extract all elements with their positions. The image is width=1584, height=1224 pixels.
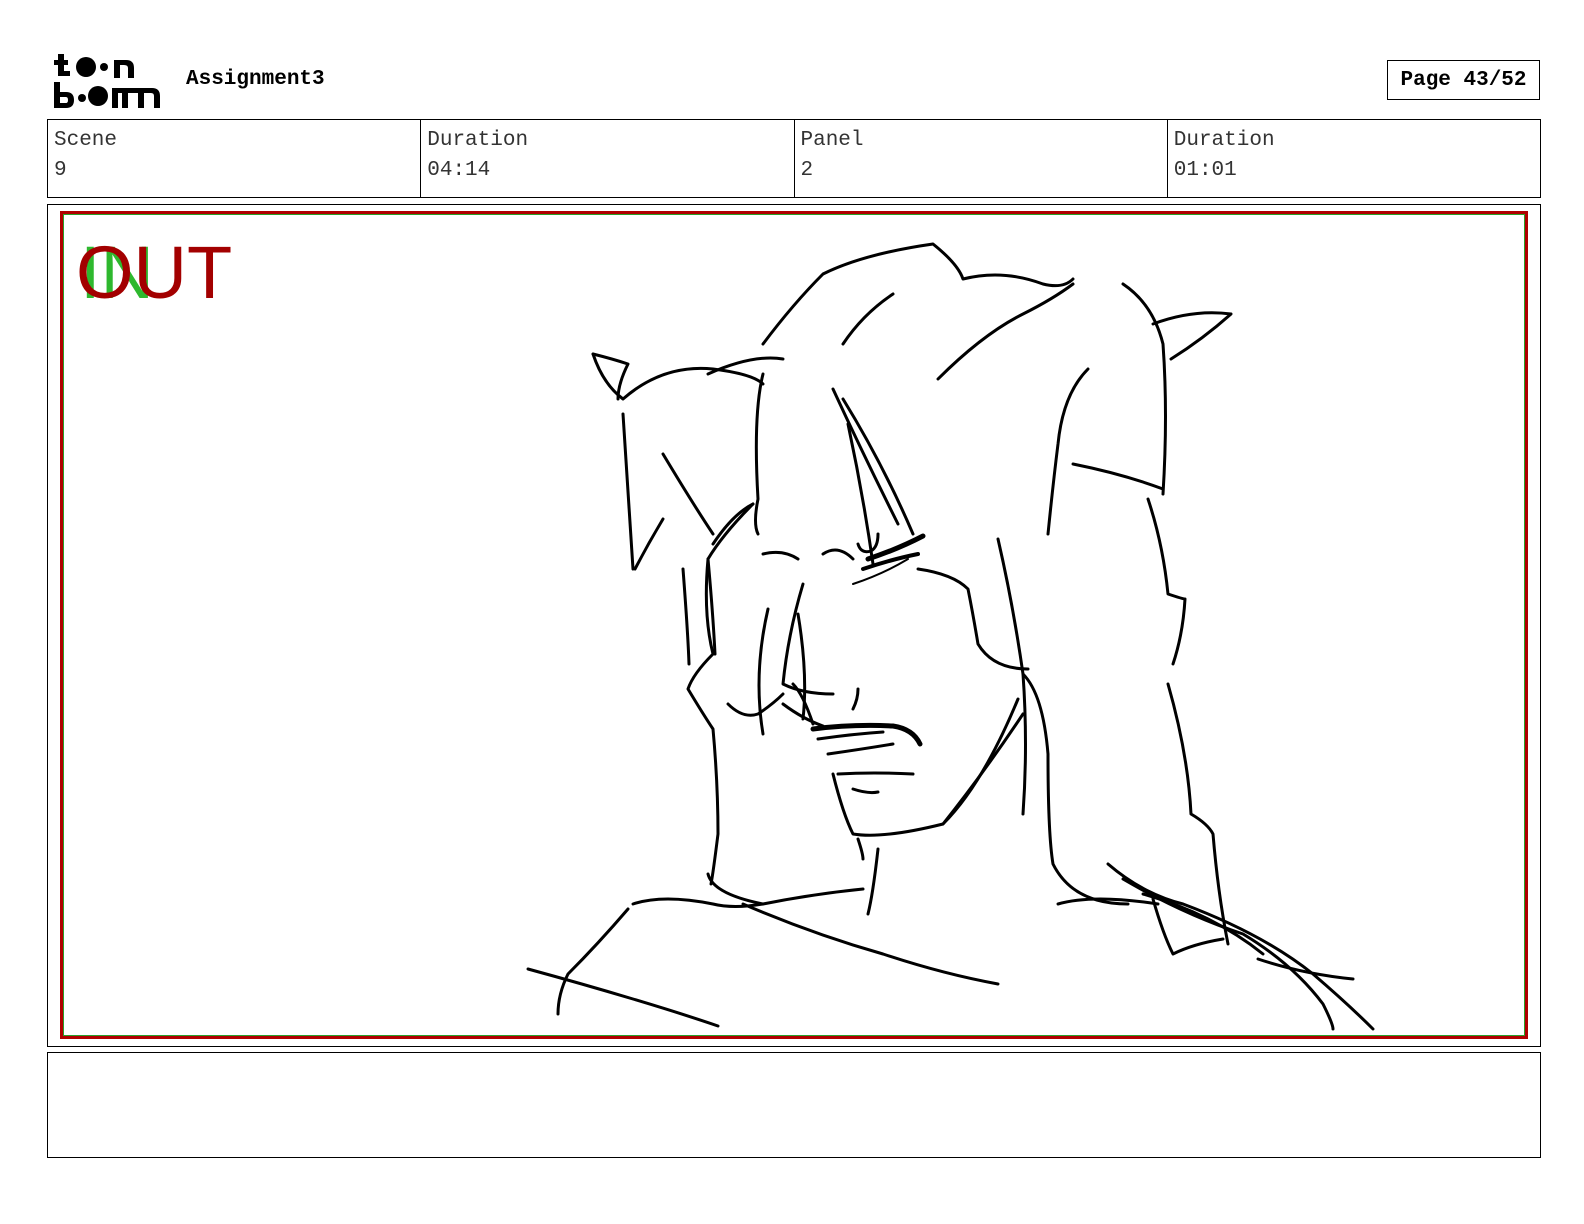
panel-info-table: Scene 9 Duration 04:14 Panel 2 Duration … <box>47 119 1541 198</box>
project-title: Assignment3 <box>186 68 325 91</box>
scene-duration-cell: Duration 04:14 <box>421 120 795 197</box>
logo-icon <box>54 54 160 108</box>
toon-boom-logo <box>52 52 164 110</box>
panel-cell: Panel 2 <box>795 120 1168 197</box>
character-sketch <box>526 242 1375 1031</box>
page-indicator: Page 43/52 <box>1387 60 1540 100</box>
out-marker: OUT <box>76 231 233 314</box>
scene-cell: Scene 9 <box>48 120 422 197</box>
panel-value: 2 <box>800 159 814 182</box>
scene-duration-label: Duration <box>427 129 529 152</box>
scene-label: Scene <box>54 129 118 152</box>
panel-duration-cell: Duration 01:01 <box>1168 120 1540 197</box>
panel-duration-value: 01:01 <box>1173 159 1237 182</box>
panel-duration-label: Duration <box>1173 129 1275 152</box>
action-notes-box <box>47 1052 1541 1158</box>
scene-value: 9 <box>54 159 67 182</box>
scene-duration-value: 04:14 <box>427 159 491 182</box>
panel-label: Panel <box>800 129 864 152</box>
